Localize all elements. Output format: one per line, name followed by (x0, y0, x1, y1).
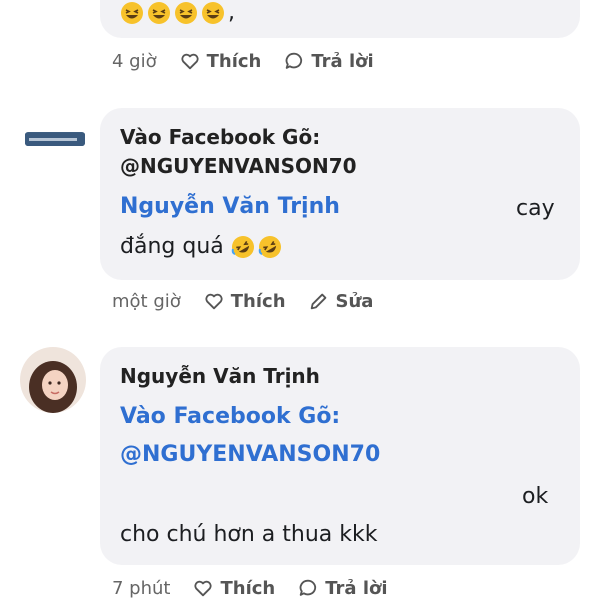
comment-actions: 7 phút Thích Trả lời (112, 577, 410, 599)
comment-text: cho chú hơn a thua kkk (120, 522, 378, 547)
comment-author-line2[interactable]: @NGUYENVANSON70 (120, 154, 357, 178)
comment-time: một giờ (112, 290, 181, 312)
like-button[interactable]: Thích (192, 577, 275, 599)
grinning-squinting-face-icon (120, 1, 144, 25)
avatar[interactable] (25, 132, 85, 146)
comment-text-right: ok (522, 484, 549, 509)
reply-button[interactable]: Trả lời (283, 50, 374, 72)
comment-emoji-row: , (120, 0, 235, 25)
comment-text-body: đắng quá (120, 234, 224, 259)
edit-button[interactable]: Sửa (308, 290, 374, 312)
speech-bubble-icon (299, 579, 317, 596)
avatar-photo (20, 347, 86, 413)
comment-actions: một giờ Thích Sửa (112, 290, 395, 312)
trailing-comma: , (228, 0, 235, 25)
like-button[interactable]: Thích (179, 50, 262, 72)
rolling-on-floor-laughing-icon (231, 235, 255, 259)
rolling-on-floor-laughing-icon (258, 235, 282, 259)
grinning-squinting-face-icon (201, 1, 225, 25)
avatar[interactable] (20, 347, 86, 413)
reply-button[interactable]: Trả lời (297, 577, 388, 599)
heart-icon (181, 53, 199, 70)
reply-label: Trả lời (311, 50, 374, 72)
link-text-line2[interactable]: @NGUYENVANSON70 (120, 442, 380, 467)
mention-link[interactable]: Nguyễn Văn Trịnh (120, 194, 340, 219)
like-label: Thích (220, 577, 276, 599)
like-label: Thích (206, 50, 262, 72)
comment-author[interactable]: Vào Facebook Gõ: (120, 125, 320, 149)
link-text-line1[interactable]: Vào Facebook Gõ: (120, 404, 340, 429)
heart-icon (205, 293, 223, 310)
comment-author[interactable]: Nguyễn Văn Trịnh (120, 364, 320, 388)
speech-bubble-icon (286, 52, 303, 69)
comment-time: 7 phút (112, 577, 171, 599)
like-label: Thích (230, 290, 286, 312)
comment-actions: 4 giờ Thích Trả lời (112, 50, 396, 72)
grinning-squinting-face-icon (174, 1, 198, 25)
avatar-banner-image (25, 133, 85, 146)
reply-label: Trả lời (325, 577, 388, 599)
comment-text-right: cay (516, 196, 555, 221)
pencil-icon (310, 293, 326, 310)
comment-time: 4 giờ (112, 50, 157, 72)
like-button[interactable]: Thích (203, 290, 286, 312)
heart-icon (194, 580, 213, 597)
comment-text: đắng quá (120, 234, 285, 259)
grinning-squinting-face-icon (147, 1, 171, 25)
edit-label: Sửa (335, 290, 374, 312)
